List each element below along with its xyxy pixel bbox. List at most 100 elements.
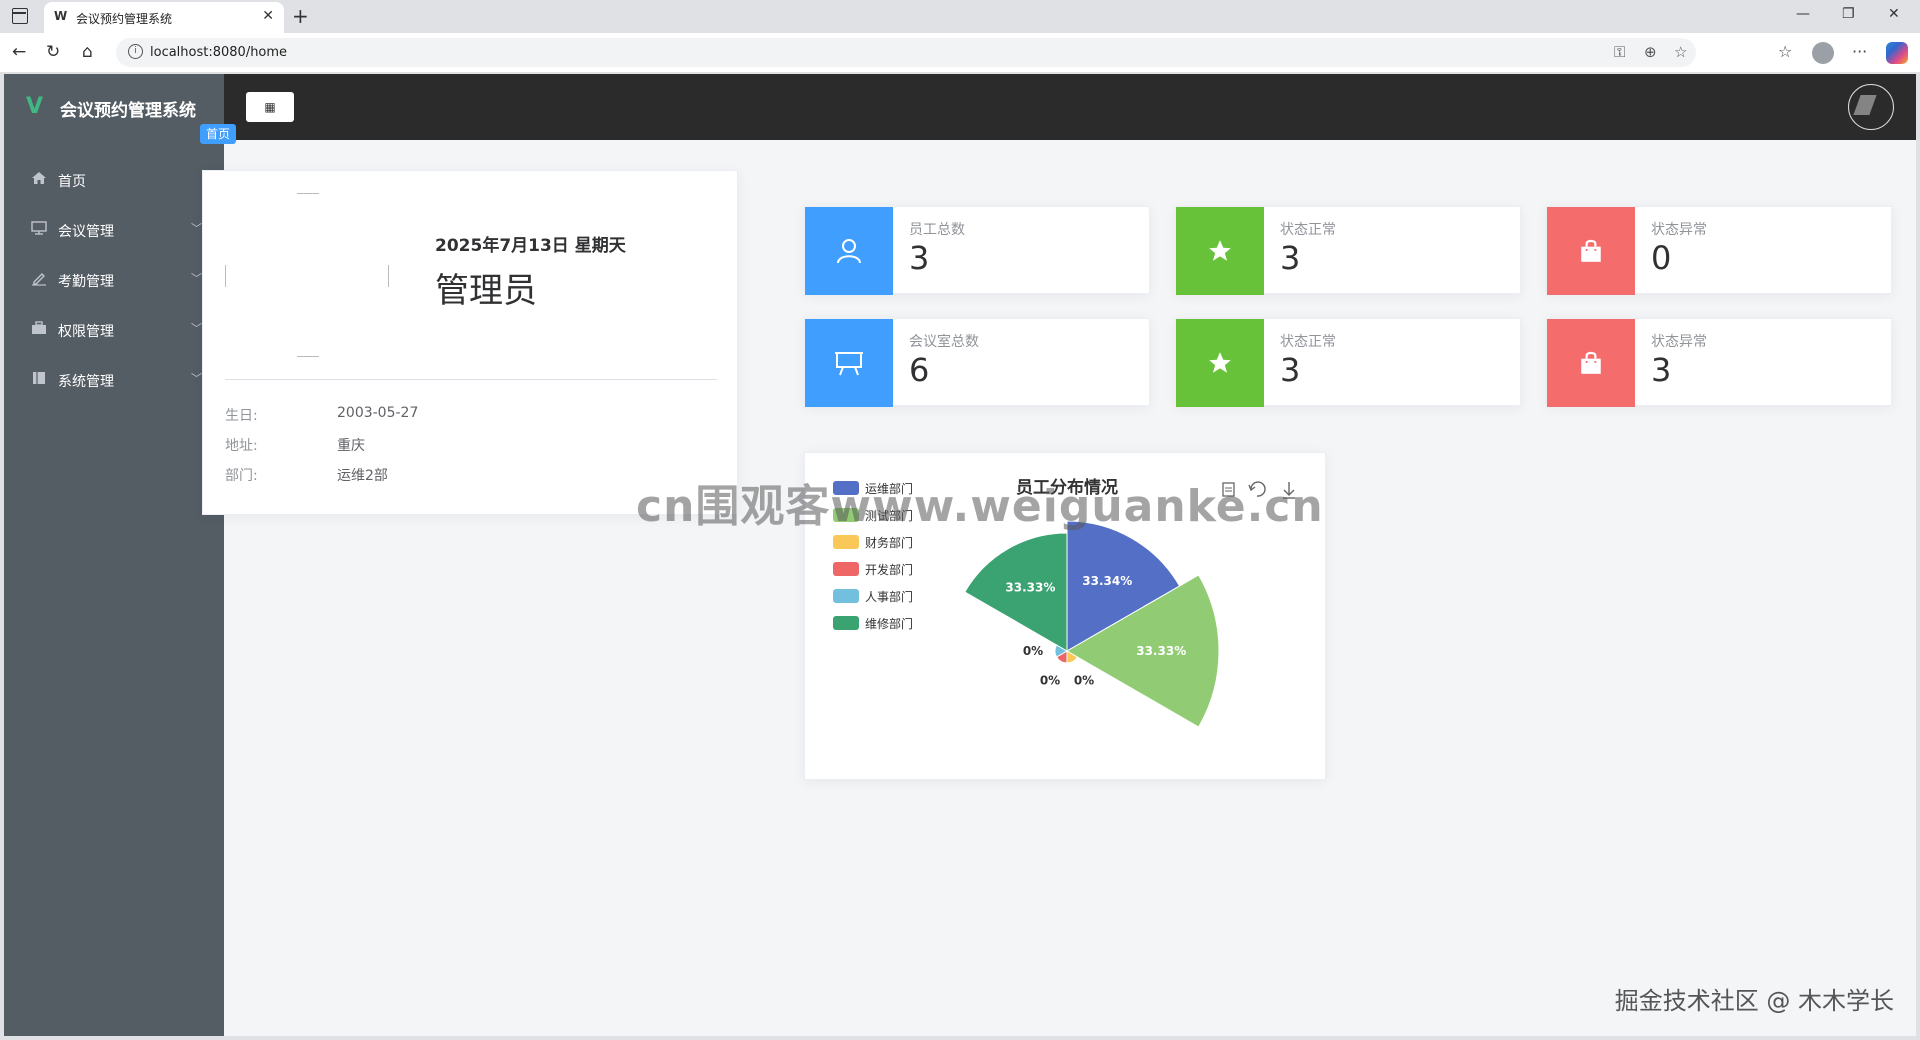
stat-value: 3 — [1280, 239, 1301, 277]
stat-label: 状态异常 — [1651, 334, 1707, 350]
chevron-down-icon: ﹀ — [191, 322, 202, 335]
chevron-down-icon: ﹀ — [191, 272, 202, 285]
briefcase-icon — [30, 320, 48, 338]
stat-card-employee-normal[interactable]: 状态正常 3 — [1175, 206, 1521, 295]
legend-swatch[interactable] — [833, 589, 859, 603]
legend-swatch[interactable] — [833, 616, 859, 630]
slice-label: 0% — [1040, 673, 1060, 687]
tab-favicon-icon: W — [54, 9, 68, 23]
notebook-icon — [30, 370, 48, 388]
profile-card: 2025年7月13日 星期天 管理员 生日: 2003-05-27 地址: 重庆… — [202, 170, 738, 515]
stat-card-employee-total[interactable]: 员工总数 3 — [804, 206, 1150, 295]
stat-card-employee-abnormal[interactable]: 状态异常 0 — [1546, 206, 1892, 295]
chevron-down-icon: ﹀ — [191, 372, 202, 385]
stat-label: 状态正常 — [1280, 222, 1336, 238]
stat-card-room-normal[interactable]: 状态正常 3 — [1175, 318, 1521, 407]
tab-close-icon[interactable]: ✕ — [262, 8, 274, 24]
watermark-text: cn围观客www.weiguanke.cn — [636, 481, 1324, 532]
user-icon — [805, 207, 893, 295]
sidebar-item-label: 首页 — [58, 174, 86, 190]
window-menu-icon[interactable] — [12, 8, 28, 24]
site-info-icon[interactable]: i — [128, 44, 143, 59]
vue-logo-icon: V — [26, 94, 44, 119]
stat-card-room-total[interactable]: 会议室总数 6 — [804, 318, 1150, 407]
legend-swatch[interactable] — [833, 535, 859, 549]
favorite-star-icon[interactable]: ☆ — [1674, 43, 1687, 61]
legend-label[interactable]: 维修部门 — [865, 616, 913, 631]
field-label: 地址: — [225, 438, 258, 454]
zoom-icon[interactable]: ⊕ — [1644, 43, 1657, 61]
stat-value: 6 — [909, 351, 930, 389]
top-header: ▦ — [224, 74, 1916, 140]
browser-profile-icon[interactable] — [1812, 42, 1834, 64]
app-logo: V 会议预约管理系统 — [4, 74, 224, 140]
edit-icon — [30, 270, 48, 288]
restore-icon[interactable]: ❐ — [1842, 6, 1855, 22]
user-role: 管理员 — [435, 271, 537, 311]
sidebar-item-meeting[interactable]: 会议管理 ﹀ — [4, 202, 224, 258]
grid-icon: ▦ — [264, 100, 276, 114]
stat-label: 状态异常 — [1651, 222, 1707, 238]
url-text[interactable]: localhost:8080/home — [150, 45, 287, 60]
sidebar-item-permission[interactable]: 权限管理 ﹀ — [4, 302, 224, 358]
reload-icon[interactable]: ↻ — [46, 42, 60, 62]
stat-label: 员工总数 — [909, 222, 965, 238]
back-arrow-icon[interactable]: ← — [12, 42, 26, 62]
collapse-menu-button[interactable]: ▦ — [246, 92, 294, 122]
chevron-down-icon: ﹀ — [191, 222, 202, 235]
browser-tab[interactable]: W 会议预约管理系统 ✕ — [44, 2, 284, 33]
field-label: 生日: — [225, 408, 258, 424]
browser-tabbar: W 会议预约管理系统 ✕ + — ❐ ✕ — [0, 0, 1920, 33]
slice-label: 33.33% — [1136, 644, 1186, 658]
slice-label: 33.33% — [1005, 581, 1055, 595]
credit-text: 掘金技术社区 @ 木木学长 — [1614, 987, 1894, 1015]
bag-icon — [1547, 207, 1635, 295]
sidebar-item-label: 会议管理 — [58, 224, 114, 240]
bag-icon — [1547, 319, 1635, 407]
field-value: 运维2部 — [337, 468, 388, 484]
tab-title: 会议预约管理系统 — [76, 12, 173, 26]
sidebar-item-label: 考勤管理 — [58, 274, 114, 290]
home-icon — [30, 170, 48, 188]
chart-slices — [964, 520, 1220, 728]
home-browser-icon[interactable]: ⌂ — [82, 42, 93, 62]
sidebar-item-label: 权限管理 — [58, 324, 114, 340]
sidebar: V 会议预约管理系统 首页 会议管理 ﹀ 考勤管理 ﹀ 权限管理 ﹀ 系统管理 … — [4, 74, 224, 1036]
stat-label: 状态正常 — [1280, 334, 1336, 350]
field-value: 2003-05-27 — [337, 405, 419, 421]
field-label: 部门: — [225, 468, 258, 484]
address-bar[interactable]: i localhost:8080/home ⚿ ⊕ ☆ — [116, 38, 1696, 67]
minimize-icon[interactable]: — — [1796, 6, 1810, 22]
key-icon[interactable]: ⚿ — [1614, 43, 1625, 61]
sidebar-item-home[interactable]: 首页 — [4, 152, 224, 208]
star-icon — [1176, 207, 1264, 295]
copilot-icon[interactable] — [1886, 42, 1908, 64]
favorites-icon[interactable]: ☆ — [1778, 42, 1792, 61]
sidebar-item-attendance[interactable]: 考勤管理 ﹀ — [4, 252, 224, 308]
stat-value: 3 — [1651, 351, 1672, 389]
user-avatar[interactable] — [1848, 84, 1894, 130]
field-value: 重庆 — [337, 438, 365, 454]
new-tab-button[interactable]: + — [292, 4, 309, 28]
breadcrumb-home-tag[interactable]: 首页 — [200, 124, 237, 144]
legend-label[interactable]: 人事部门 — [865, 589, 913, 604]
slice-label: 33.34% — [1082, 574, 1132, 588]
legend-label[interactable]: 开发部门 — [865, 562, 913, 577]
slice-label: 0% — [1023, 644, 1043, 658]
star-icon — [1176, 319, 1264, 407]
stat-value: 3 — [909, 239, 930, 277]
slice-label: 0% — [1074, 673, 1094, 687]
stat-value: 3 — [1280, 351, 1301, 389]
legend-swatch[interactable] — [833, 562, 859, 576]
browser-toolbar: ← ↻ ⌂ i localhost:8080/home ⚿ ⊕ ☆ ☆ ··· — [0, 33, 1920, 73]
sidebar-item-system[interactable]: 系统管理 ﹀ — [4, 352, 224, 408]
more-options-icon[interactable]: ··· — [1852, 42, 1867, 61]
legend-label[interactable]: 财务部门 — [865, 535, 913, 550]
monitor-icon — [30, 220, 48, 238]
stat-card-room-abnormal[interactable]: 状态异常 3 — [1546, 318, 1892, 407]
profile-divider — [225, 379, 717, 380]
sidebar-item-label: 系统管理 — [58, 374, 114, 390]
profile-avatar — [225, 193, 389, 357]
window-close-icon[interactable]: ✕ — [1888, 6, 1900, 22]
stat-value: 0 — [1651, 239, 1672, 277]
